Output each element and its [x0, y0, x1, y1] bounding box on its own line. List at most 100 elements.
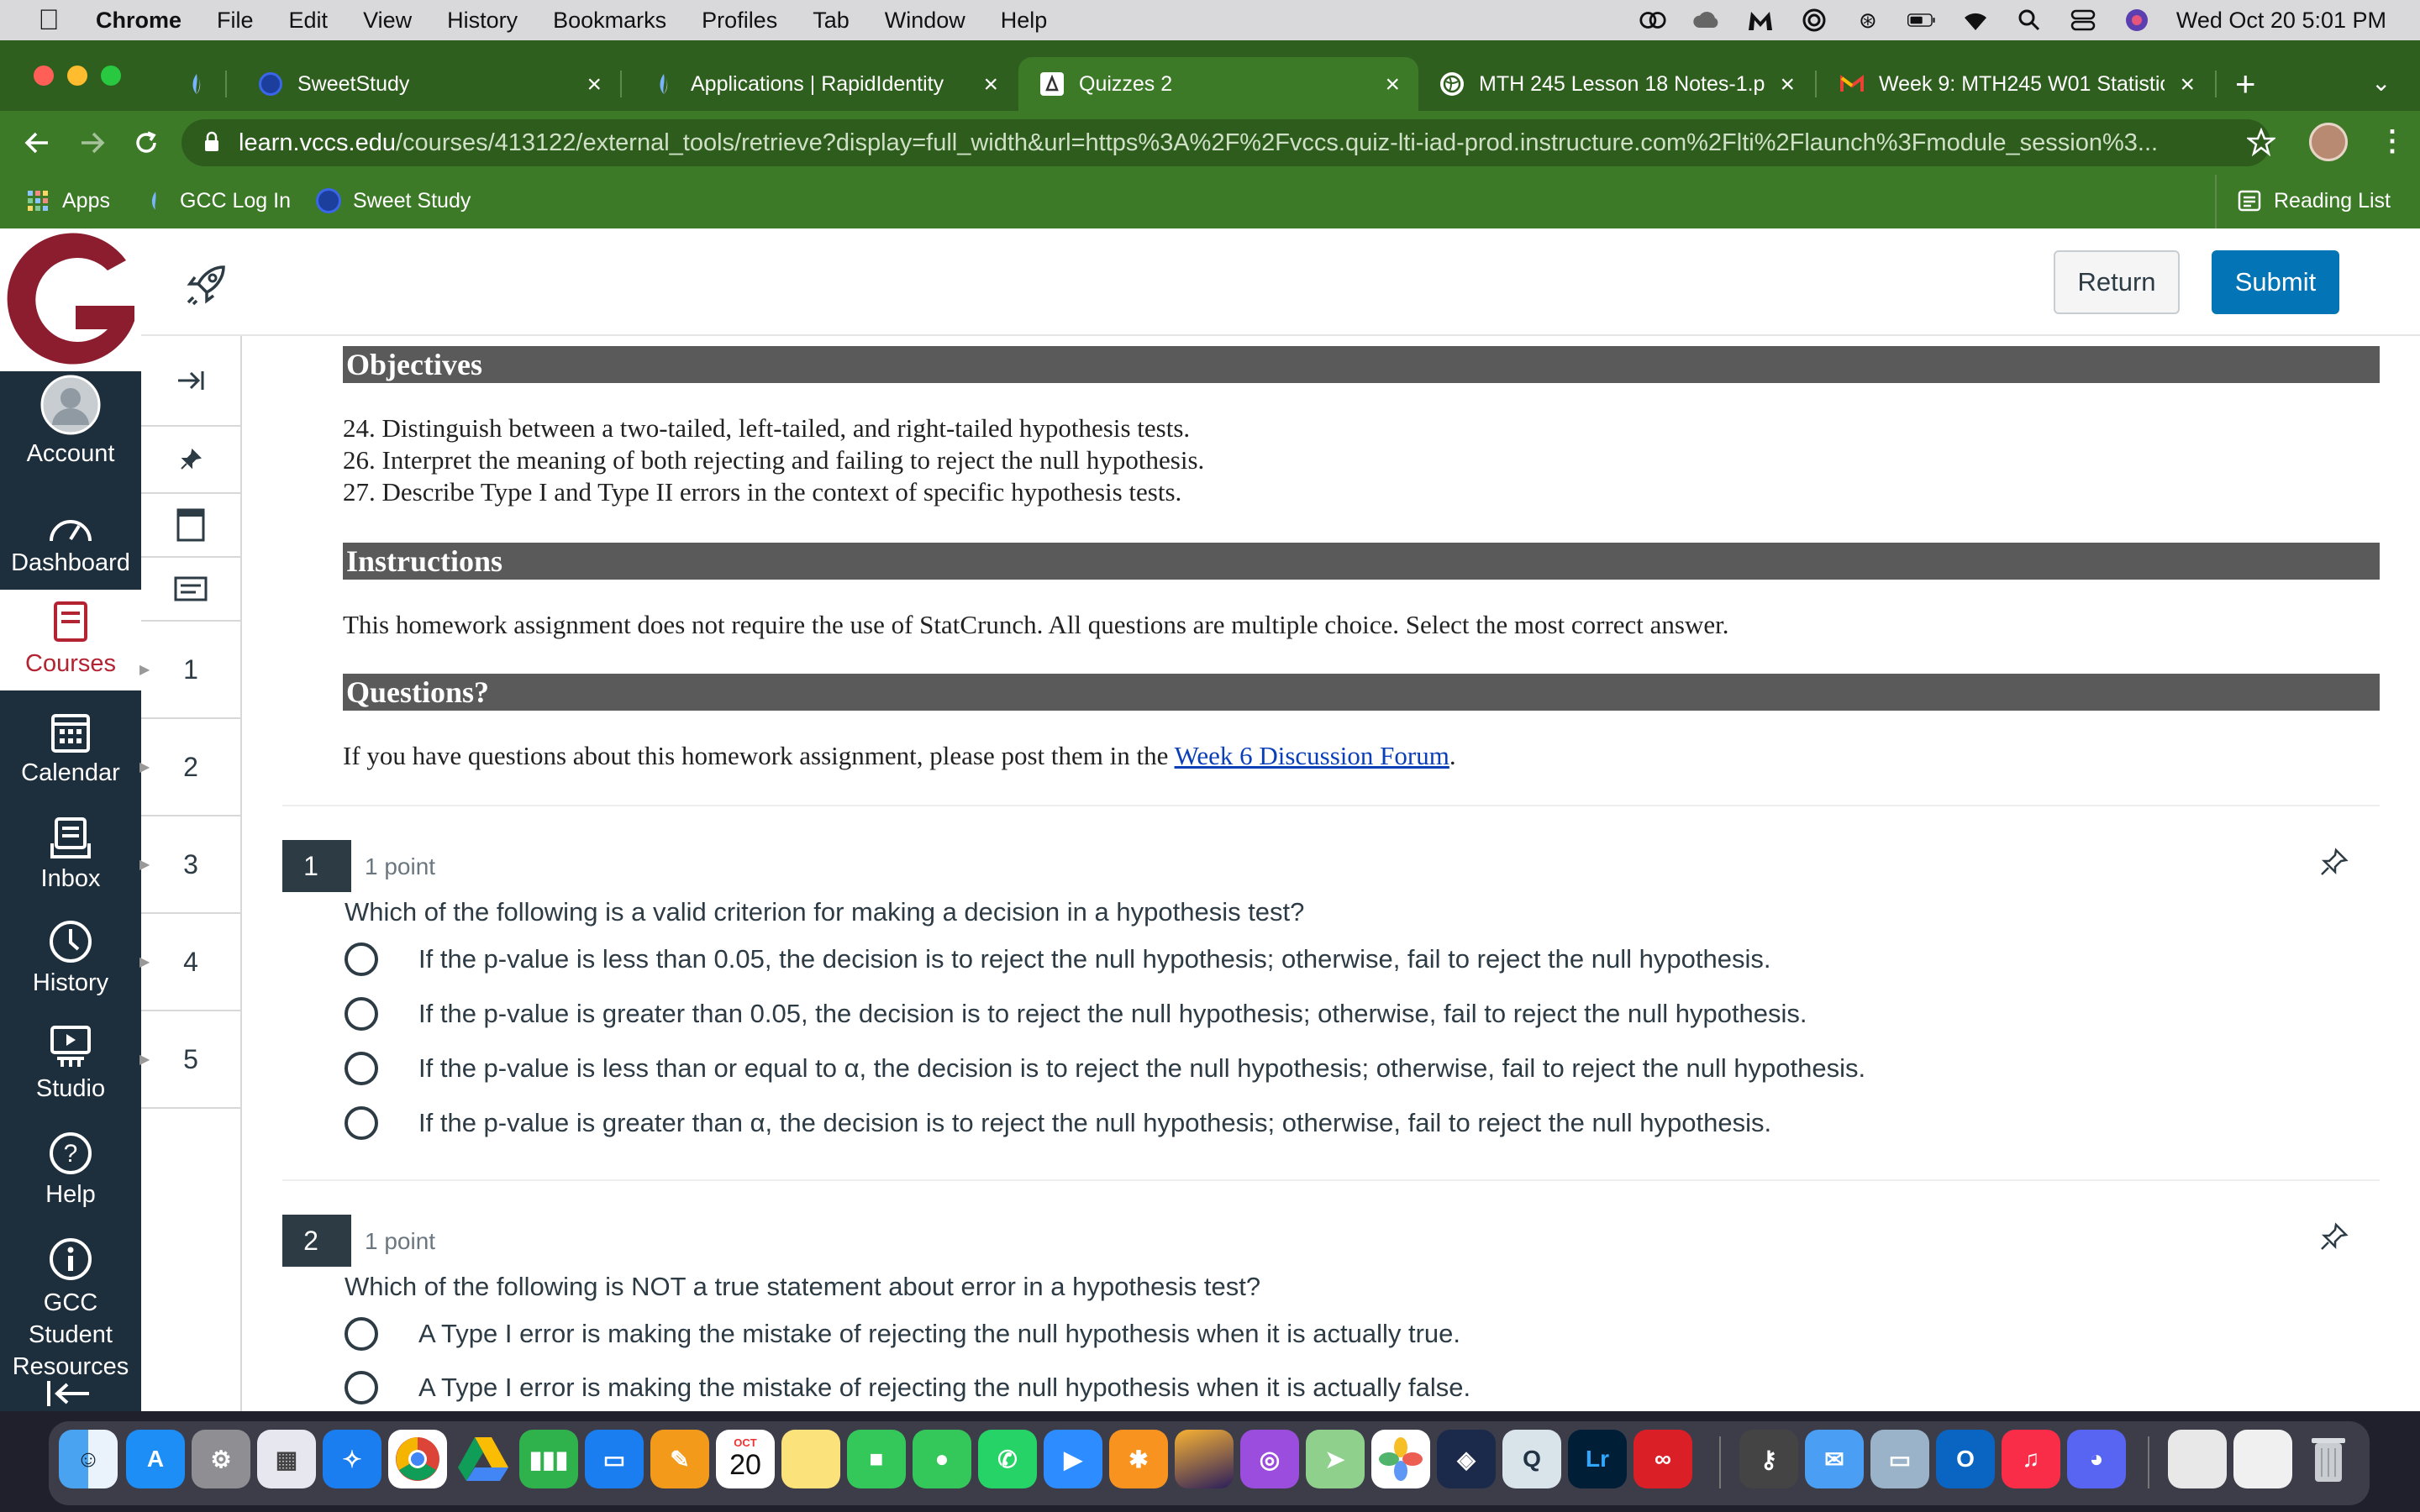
- question-nav-4[interactable]: ▶ 4: [139, 914, 240, 1011]
- radio-button[interactable]: [345, 1371, 378, 1404]
- question-nav-2[interactable]: ▶ 2: [139, 719, 240, 816]
- pages-icon[interactable]: ✎: [650, 1430, 709, 1488]
- collapse-nav-icon[interactable]: [45, 1379, 92, 1411]
- nav-calendar[interactable]: Calendar: [0, 699, 141, 787]
- close-tab-icon[interactable]: ×: [587, 71, 602, 99]
- layers-app-icon[interactable]: ◈: [1437, 1430, 1496, 1488]
- zoom-icon[interactable]: ▶: [1044, 1430, 1102, 1488]
- nav-account[interactable]: Account: [0, 375, 141, 468]
- numbers-icon[interactable]: ▮▮▮: [519, 1430, 578, 1488]
- tab-pinned-canvas[interactable]: [163, 57, 230, 111]
- apple-menu-icon[interactable]: : [24, 4, 74, 37]
- tab-week9-gmail[interactable]: Week 9: MTH245 W01 Statistic ×: [1818, 57, 2213, 111]
- tab-sweetstudy[interactable]: SweetStudy ×: [237, 57, 620, 111]
- control-center-icon[interactable]: [2069, 8, 2097, 33]
- close-tab-icon[interactable]: ×: [1780, 71, 1795, 99]
- lightroom-icon[interactable]: Lr: [1568, 1430, 1627, 1488]
- menu-profiles[interactable]: Profiles: [702, 8, 777, 34]
- lock-icon[interactable]: [203, 131, 220, 160]
- cloud-upload-icon[interactable]: [1692, 8, 1721, 33]
- radio-button[interactable]: [345, 1106, 378, 1140]
- whatsapp-icon[interactable]: ✆: [978, 1430, 1037, 1488]
- reload-icon[interactable]: [129, 126, 163, 160]
- calendar-app-icon[interactable]: OCT 20: [716, 1430, 775, 1488]
- keynote-icon[interactable]: ▭: [585, 1430, 644, 1488]
- radio-button[interactable]: [345, 1317, 378, 1351]
- creative-cloud-app-icon[interactable]: ∞: [1634, 1430, 1692, 1488]
- new-tab-button[interactable]: +: [2235, 64, 2256, 104]
- answer-option[interactable]: A Type I error is making the mistake of …: [345, 1371, 1470, 1404]
- menubar-clock[interactable]: Wed Oct 20 5:01 PM: [2176, 8, 2386, 34]
- wifi-icon[interactable]: [1961, 8, 1990, 33]
- stripes-app-icon[interactable]: [1175, 1430, 1234, 1488]
- close-tab-icon[interactable]: ×: [983, 71, 998, 99]
- radio-button[interactable]: [345, 1052, 378, 1085]
- menu-chrome[interactable]: Chrome: [96, 8, 182, 34]
- nav-history[interactable]: History: [0, 909, 141, 997]
- music-icon[interactable]: ♫: [2002, 1430, 2060, 1488]
- maps-icon[interactable]: ➤: [1306, 1430, 1365, 1488]
- creative-cloud-icon[interactable]: [1639, 8, 1667, 33]
- nav-gcc-student-resources[interactable]: GCC Student Resources: [0, 1226, 141, 1383]
- bookmark-star-icon[interactable]: [2245, 127, 2277, 160]
- answer-option[interactable]: If the p-value is less than or equal to …: [345, 1052, 1865, 1085]
- forward-arrow-icon[interactable]: [76, 126, 109, 160]
- tab-mth245-notes[interactable]: MTH 245 Lesson 18 Notes-1.p ×: [1418, 57, 1813, 111]
- discord-icon[interactable]: ◕: [2067, 1430, 2126, 1488]
- gcc-logo[interactable]: [0, 228, 141, 371]
- podcasts-icon[interactable]: ◎: [1240, 1430, 1299, 1488]
- tab-quizzes-active[interactable]: Quizzes 2 ×: [1018, 57, 1418, 111]
- notes-app-icon[interactable]: [781, 1430, 840, 1488]
- downloads-stack-icon[interactable]: [2168, 1430, 2227, 1488]
- return-button[interactable]: Return: [2054, 250, 2180, 314]
- expand-panel-icon[interactable]: [141, 336, 240, 427]
- snowflake-app-icon[interactable]: ✱: [1109, 1430, 1168, 1488]
- question-nav-1[interactable]: ▶ 1: [139, 622, 240, 719]
- chrome-menu-icon[interactable]: ⋮: [2378, 124, 2407, 158]
- close-tab-icon[interactable]: ×: [1385, 71, 1400, 99]
- tab-search-chevron-icon[interactable]: ⌄: [2371, 69, 2391, 97]
- menu-help[interactable]: Help: [1001, 8, 1048, 34]
- pin-icon[interactable]: [2319, 1221, 2353, 1255]
- nav-help[interactable]: ? Help: [0, 1121, 141, 1209]
- bookmark-sweet-study[interactable]: Sweet Study: [316, 188, 471, 213]
- back-arrow-icon[interactable]: [20, 126, 54, 160]
- bookmark-apps[interactable]: Apps: [25, 188, 110, 213]
- finder-icon[interactable]: ☺: [59, 1430, 118, 1488]
- menu-bookmarks[interactable]: Bookmarks: [553, 8, 666, 34]
- malwarebytes-icon[interactable]: [1746, 8, 1775, 33]
- window-maximize-button[interactable]: [101, 66, 121, 86]
- menu-view[interactable]: View: [363, 8, 412, 34]
- question-nav-5[interactable]: ▶ 5: [139, 1011, 240, 1109]
- airdrop-icon[interactable]: [1800, 8, 1828, 33]
- recent-window-icon[interactable]: [2233, 1430, 2292, 1488]
- battery-icon[interactable]: [1907, 8, 1936, 33]
- launchpad-icon[interactable]: ▦: [257, 1430, 316, 1488]
- pin-icon[interactable]: [141, 427, 240, 494]
- bookmark-gcc-login[interactable]: GCC Log In: [143, 188, 291, 213]
- menu-file[interactable]: File: [217, 8, 254, 34]
- discussion-forum-link[interactable]: Week 6 Discussion Forum: [1175, 741, 1449, 770]
- close-tab-icon[interactable]: ×: [2180, 71, 2195, 99]
- profile-avatar[interactable]: [2309, 123, 2348, 161]
- siri-icon[interactable]: [2123, 8, 2151, 33]
- menu-tab[interactable]: Tab: [813, 8, 850, 34]
- chrome-icon[interactable]: [388, 1430, 447, 1488]
- radio-button[interactable]: [345, 997, 378, 1031]
- menu-edit[interactable]: Edit: [289, 8, 329, 34]
- nav-inbox[interactable]: Inbox: [0, 805, 141, 893]
- window-minimize-button[interactable]: [67, 66, 87, 86]
- answer-option[interactable]: A Type I error is making the mistake of …: [345, 1317, 1460, 1351]
- tab-rapididentity[interactable]: Applications | RapidIdentity ×: [630, 57, 1017, 111]
- disk-utility-icon[interactable]: ▭: [1870, 1430, 1929, 1488]
- answer-option[interactable]: If the p-value is less than 0.05, the de…: [345, 942, 1770, 976]
- safari-icon[interactable]: ✧: [323, 1430, 381, 1488]
- outlook-icon[interactable]: O: [1936, 1430, 1995, 1488]
- calculator-icon[interactable]: [141, 558, 240, 622]
- system-preferences-icon[interactable]: ⚙: [192, 1430, 250, 1488]
- answer-option[interactable]: If the p-value is greater than α, the de…: [345, 1106, 1771, 1140]
- window-close-button[interactable]: [34, 66, 54, 86]
- answer-option[interactable]: If the p-value is greater than 0.05, the…: [345, 997, 1807, 1031]
- facetime-icon[interactable]: ■: [847, 1430, 906, 1488]
- address-bar[interactable]: learn.vccs.edu/courses/413122/external_t…: [182, 119, 2270, 166]
